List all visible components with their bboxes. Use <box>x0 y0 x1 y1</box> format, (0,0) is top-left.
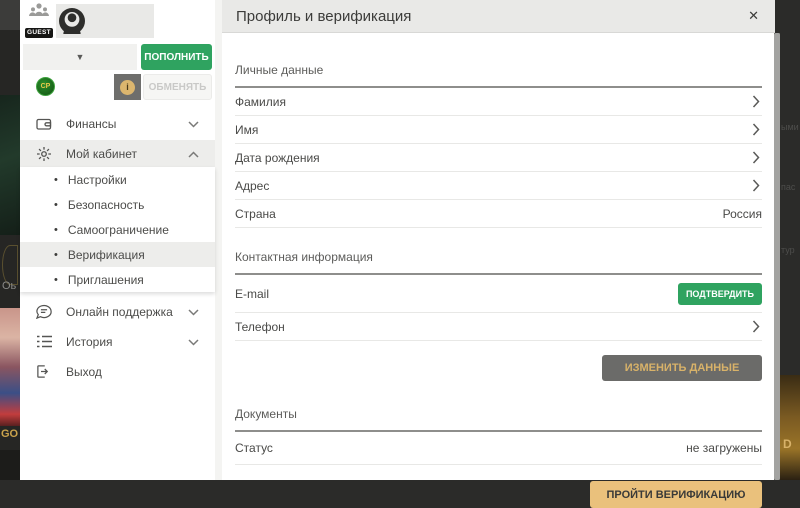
row-label: Имя <box>235 123 258 137</box>
status-value: не загружены <box>686 441 762 455</box>
account-sidebar: GUEST ▼ ПОПОЛНИТЬ CP i ОБМЕНЯТЬ Финансы <box>20 0 215 480</box>
confirm-email-button[interactable]: ПОДТВЕРДИТЬ <box>678 283 762 305</box>
sidebar-item-label: Приглашения <box>68 273 144 287</box>
sidebar-item-label: Верификация <box>68 248 145 262</box>
info-button[interactable]: i <box>114 74 141 100</box>
close-icon[interactable]: ✕ <box>748 8 759 24</box>
sidebar-item-label: Безопасность <box>68 198 145 212</box>
sidebar-item-label: Онлайн поддержка <box>66 305 173 319</box>
logout-icon <box>36 364 54 379</box>
section-heading-contact: Контактная информация <box>235 250 762 275</box>
chevron-down-icon <box>188 305 199 319</box>
chevron-right-icon <box>752 320 762 333</box>
avatar[interactable] <box>56 4 154 38</box>
edit-data-button[interactable]: ИЗМЕНИТЬ ДАННЫЕ <box>602 355 762 381</box>
bullet-icon: • <box>54 199 58 211</box>
backdrop-text-fragment: D <box>783 437 792 451</box>
guest-badge: GUEST <box>25 28 54 38</box>
backdrop-text-fragment: Оь <box>2 280 16 292</box>
row-label: Адрес <box>235 179 269 193</box>
bullet-icon: • <box>54 224 58 236</box>
page-title: Профиль и верификация <box>236 8 411 25</box>
modal-header: Профиль и верификация ✕ <box>222 0 775 33</box>
sidebar-item-security[interactable]: • Безопасность <box>20 192 215 217</box>
row-country: Страна Россия <box>235 200 762 228</box>
sidebar-item-history[interactable]: История <box>20 328 215 355</box>
sidebar-item-label: Финансы <box>66 117 116 131</box>
backdrop-banner-image: D <box>780 375 800 480</box>
sidebar-item-label: Самоограничение <box>68 223 169 237</box>
backdrop-block <box>0 95 20 235</box>
bullet-icon: • <box>54 274 58 286</box>
chevron-right-icon <box>752 151 762 164</box>
profile-verification-panel: Профиль и верификация ✕ Личные данные Фа… <box>222 0 775 480</box>
sidebar-item-label: Выход <box>66 365 102 379</box>
balance-dropdown[interactable]: ▼ <box>23 44 137 70</box>
users-group-icon <box>28 3 50 16</box>
backdrop-block <box>0 0 20 30</box>
avatar-icon <box>59 8 85 34</box>
wallet-icon <box>36 117 54 131</box>
backdrop-text-fragment: ыми <box>781 122 799 132</box>
scrollbar-thumb[interactable] <box>774 33 780 480</box>
dropdown-arrow-icon: ▼ <box>76 52 85 62</box>
sidebar-item-label: История <box>66 335 113 349</box>
cabinet-submenu: • Настройки • Безопасность • Самоогранич… <box>20 167 215 292</box>
row-email: E-mail ПОДТВЕРДИТЬ <box>235 275 762 313</box>
sidebar-item-finance[interactable]: Финансы <box>20 110 215 137</box>
row-label: Фамилия <box>235 95 286 109</box>
topup-button[interactable]: ПОПОЛНИТЬ <box>141 44 212 70</box>
cp-coin-icon: CP <box>36 77 55 96</box>
row-status: Статус не загружены <box>235 432 762 465</box>
row-lastname[interactable]: Фамилия <box>235 88 762 116</box>
chevron-down-icon <box>188 117 199 131</box>
exchange-button[interactable]: ОБМЕНЯТЬ <box>143 74 212 100</box>
backdrop-block <box>0 450 20 480</box>
chevron-right-icon <box>752 95 762 108</box>
chat-bubble-icon <box>36 304 54 319</box>
bullet-icon: • <box>54 249 58 261</box>
pass-verification-button[interactable]: ПРОЙТИ ВЕРИФИКАЦИЮ <box>590 481 762 508</box>
sidebar-item-label: Мой кабинет <box>66 147 137 161</box>
section-heading-documents: Документы <box>235 407 762 432</box>
chevron-right-icon <box>752 123 762 136</box>
sidebar-item-invitations[interactable]: • Приглашения <box>20 267 215 292</box>
chevron-up-icon <box>188 147 199 161</box>
sidebar-item-cabinet[interactable]: Мой кабинет <box>20 140 215 167</box>
bullet-icon: • <box>54 174 58 186</box>
row-label: E-mail <box>235 287 269 301</box>
guest-indicator: GUEST <box>24 3 54 39</box>
row-birthdate[interactable]: Дата рождения <box>235 144 762 172</box>
row-label: Статус <box>235 441 273 455</box>
row-label: Телефон <box>235 320 285 334</box>
sidebar-item-label: Настройки <box>68 173 127 187</box>
backdrop-text-fragment: пас <box>781 182 795 192</box>
row-firstname[interactable]: Имя <box>235 116 762 144</box>
row-value: Россия <box>723 207 762 221</box>
info-icon: i <box>120 80 135 95</box>
chevron-down-icon <box>188 335 199 349</box>
gear-icon <box>36 146 54 162</box>
row-address[interactable]: Адрес <box>235 172 762 200</box>
scrollbar-track <box>774 33 780 480</box>
sidebar-item-support[interactable]: Онлайн поддержка <box>20 298 215 325</box>
panel-gap <box>215 0 222 480</box>
sidebar-item-verification[interactable]: • Верификация <box>20 242 215 267</box>
page-backdrop-left: Оь GO <box>0 0 20 480</box>
row-phone[interactable]: Телефон <box>235 313 762 341</box>
backdrop-text-fragment: GO <box>1 428 18 440</box>
backdrop-banner-image <box>0 308 20 426</box>
chevron-right-icon <box>752 179 762 192</box>
page-backdrop-right: ыми пас тур D <box>780 0 800 480</box>
backdrop-text-fragment: тур <box>781 245 795 255</box>
sidebar-item-selflimit[interactable]: • Самоограничение <box>20 217 215 242</box>
section-heading-personal: Личные данные <box>235 63 762 88</box>
list-icon <box>36 335 54 348</box>
sidebar-item-settings[interactable]: • Настройки <box>20 167 215 192</box>
sidebar-item-logout[interactable]: Выход <box>20 358 215 385</box>
row-label: Страна <box>235 207 276 221</box>
row-label: Дата рождения <box>235 151 320 165</box>
